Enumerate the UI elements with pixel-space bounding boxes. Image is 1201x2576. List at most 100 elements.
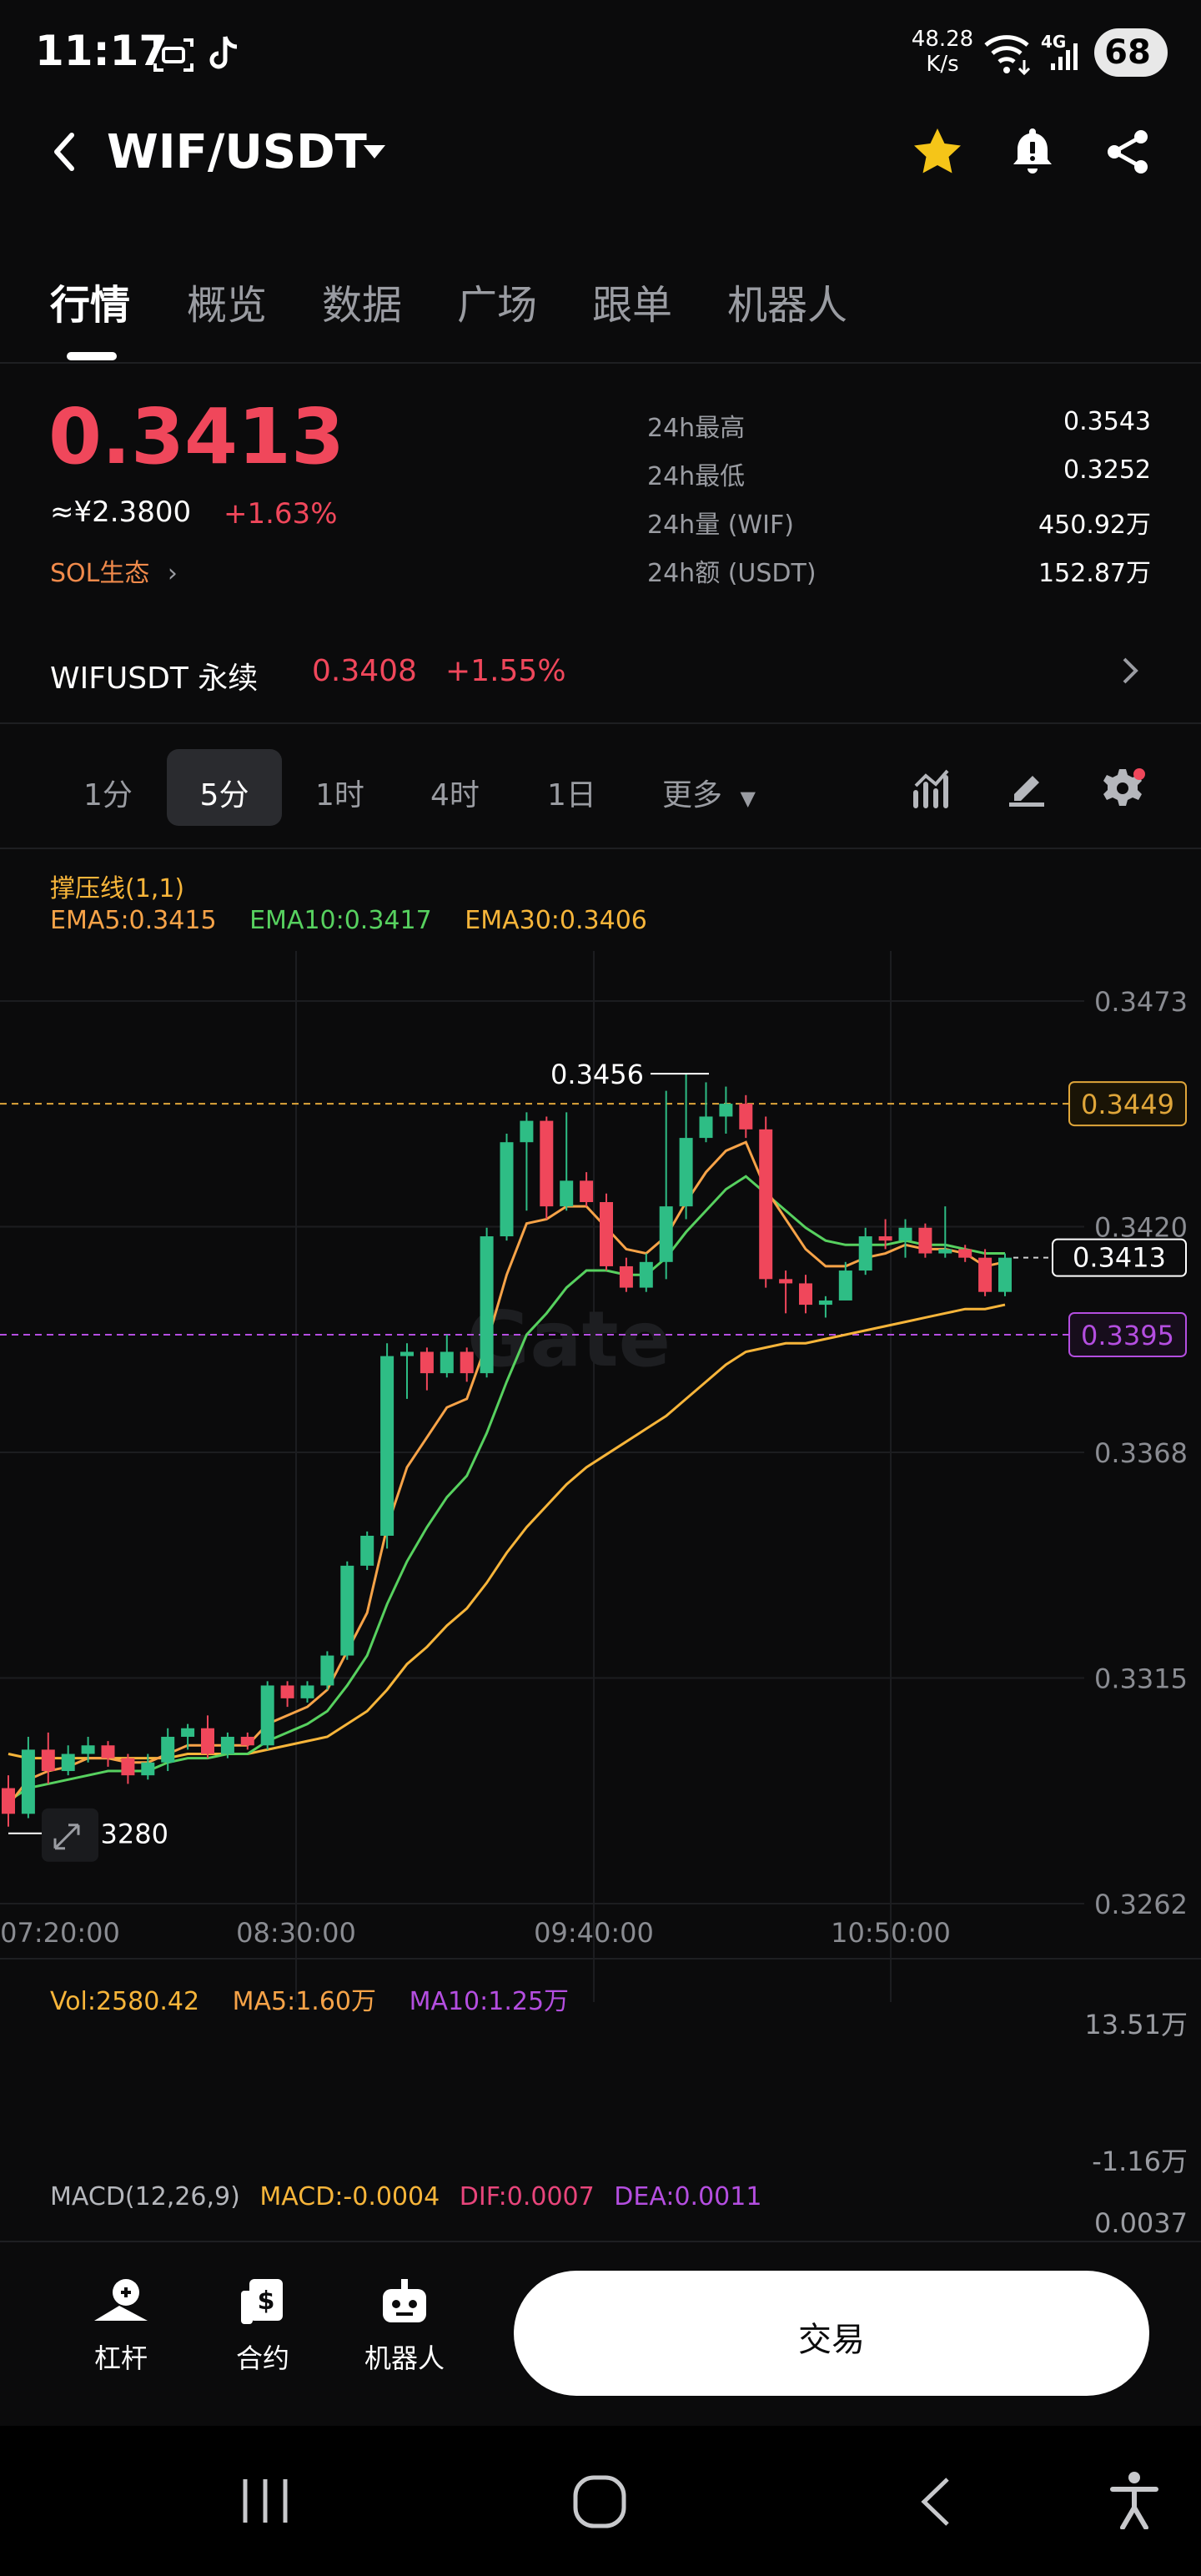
back-icon[interactable] [48,128,82,175]
perp-name: WIFUSDT 永续 [50,662,259,696]
candle-body [360,1535,374,1566]
nav-robot[interactable]: 机器人 [359,2276,450,2376]
screenshot-icon [152,35,195,75]
candle-body [21,1749,35,1814]
candle-body [540,1120,554,1207]
macd-dea: DEA:0.0011 [614,2182,762,2211]
candle-body [739,1104,753,1130]
candle-body [220,1737,234,1754]
tab-bar: 行情 概览 数据 广场 跟单 机器人 [0,259,1201,364]
macd-title: MACD(12,26,9) [50,2182,240,2211]
ecosystem-tag-label: SOL生态 [50,559,150,588]
perp-change: +1.55% [445,654,566,688]
indicator-icon[interactable] [912,767,952,809]
stat-value: 0.3543 [1063,407,1151,436]
candle-body [420,1351,434,1374]
interval-5m-active[interactable]: 5分 [167,749,282,826]
settings-gear-icon[interactable] [1099,766,1146,811]
candle-body [280,1685,294,1698]
home-icon[interactable] [572,2474,627,2529]
macd-value: MACD:-0.0004 [259,2182,440,2211]
tab-market[interactable]: 行情 [50,272,130,330]
x-tick-label: 10:50:00 [831,1917,951,1949]
candle-body [340,1565,354,1656]
x-tick-label: 07:20:00 [0,1917,120,1949]
stat-row: 24h最高 0.3543 [647,407,1151,455]
tab-copy-trading[interactable]: 跟单 [592,272,672,330]
interval-4h[interactable]: 4时 [430,771,480,814]
nav-contract[interactable]: $ 合约 [217,2276,309,2376]
status-time: 11:17 [35,27,168,75]
stat-label: 24h最低 [647,462,746,491]
candle-body [679,1138,693,1207]
perpetual-row[interactable]: WIFUSDT 永续 0.3408 +1.55% [0,642,1201,717]
interval-1d[interactable]: 1日 [547,771,596,814]
ema10-label: EMA10:0.3417 [249,906,432,935]
price-chart[interactable]: Gate0.34730.34200.33680.33150.326207:20:… [0,951,1201,2002]
candle-body [500,1142,514,1237]
candle-body [2,1788,15,1814]
y-tick-label: 0.3368 [1094,1437,1188,1469]
volume-legend: Vol:2580.42 MA5:1.60万 MA10:1.25万 [50,1980,569,2017]
svg-text:$: $ [258,2287,275,2316]
candle-body [898,1227,912,1241]
tab-overview[interactable]: 概览 [187,272,267,330]
wifi-icon [982,30,1034,77]
alert-bell-icon[interactable] [1011,125,1054,175]
tab-data[interactable]: 数据 [322,272,402,330]
stat-row: 24h量 (WIF) 450.92万 [647,504,1151,552]
candle-body [41,1749,55,1772]
candle-body [520,1120,534,1143]
back-nav-icon[interactable] [916,2474,956,2529]
status-bar: 11:17 48.28 K/s 4G 68 [0,0,1201,108]
candle-body [918,1227,932,1254]
tab-active-indicator [67,352,117,360]
candle-body [560,1180,574,1207]
trade-button[interactable]: 交易 [514,2271,1149,2396]
pair-title[interactable]: WIF/USDT [107,125,367,179]
last-price: 0.3413 [48,392,345,481]
candle-body [161,1737,175,1763]
tab-bot[interactable]: 机器人 [727,272,847,330]
candle-body [181,1728,195,1738]
candle-body [779,1279,793,1284]
candle-body [101,1745,115,1758]
candle-body [121,1758,135,1776]
stat-row: 24h额 (USDT) 152.87万 [647,552,1151,601]
stats-panel: 24h最高 0.3543 24h最低 0.3252 24h量 (WIF) 450… [647,407,1151,601]
recent-apps-icon[interactable] [239,2474,292,2528]
vol-tick-bottom: -1.16万 [1092,2146,1188,2177]
share-icon[interactable] [1104,128,1151,175]
high-label: 0.3456 [550,1059,644,1090]
interval-more[interactable]: 更多 ▼ [662,771,756,814]
star-icon[interactable] [912,127,962,175]
stat-label: 24h量 (WIF) [647,511,794,540]
price-change: +1.63% [224,497,338,531]
cell-signal-icon [1049,42,1083,72]
candle-body [619,1265,633,1288]
interval-more-label: 更多 [662,778,723,813]
nav-leverage-label: 杠杆 [93,2342,148,2374]
candle-body [958,1249,972,1258]
interval-1m[interactable]: 1分 [83,771,133,814]
accessibility-icon[interactable] [1109,2471,1159,2529]
x-tick-label: 09:40:00 [534,1917,654,1949]
draw-tool-icon[interactable] [1006,767,1048,809]
nav-leverage[interactable]: 杠杆 [75,2276,167,2376]
candle-body [460,1351,474,1374]
candle-body [838,1270,852,1301]
ecosystem-tag[interactable]: SOL生态 › [50,552,178,589]
tab-square[interactable]: 广场 [457,272,537,330]
candle-body [141,1762,155,1776]
y-tick-label: 0.3315 [1094,1663,1188,1695]
dropdown-caret-icon[interactable] [362,143,387,160]
stat-label: 24h额 (USDT) [647,559,817,588]
candle-body [858,1236,872,1271]
interval-1h[interactable]: 1时 [315,771,364,814]
ema10-line [8,1175,1005,1803]
trade-button-label: 交易 [798,2321,865,2359]
nav-contract-label: 合约 [235,2342,289,2374]
ema-legend: EMA5:0.3415 EMA10:0.3417 EMA30:0.3406 [50,906,647,935]
candle-body [938,1249,952,1254]
vol-tick-top: 13.51万 [1084,2009,1188,2040]
